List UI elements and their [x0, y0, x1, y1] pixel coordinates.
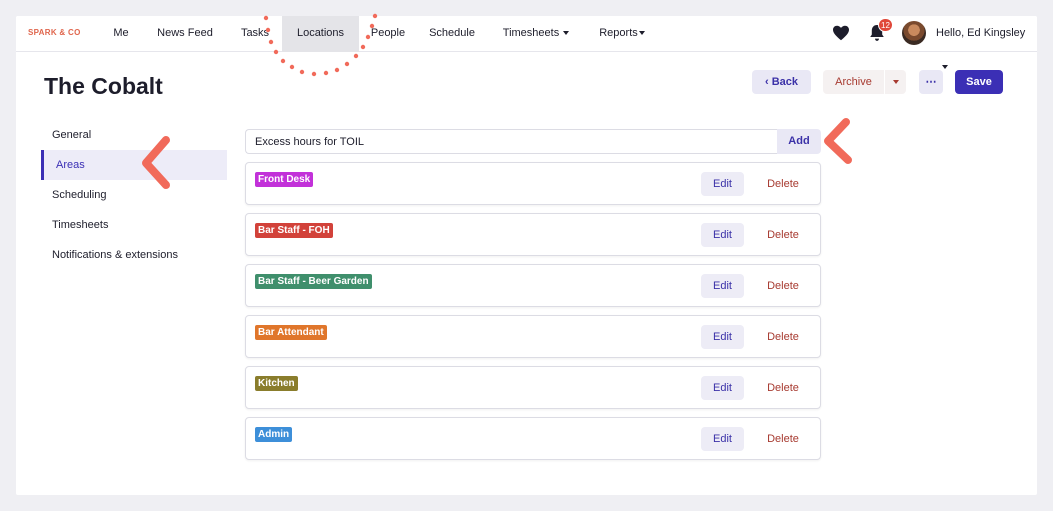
nav-item-news-feed[interactable]: News Feed — [150, 16, 220, 52]
sidebar-item-notifications-extensions[interactable]: Notifications & extensions — [41, 240, 227, 270]
area-card: Admin Edit Delete — [245, 417, 821, 460]
add-area-button[interactable]: Add — [777, 129, 821, 154]
nav-item-tasks[interactable]: Tasks — [233, 16, 277, 52]
area-tag: Kitchen — [255, 376, 298, 391]
delete-area-button[interactable]: Delete — [758, 427, 808, 451]
user-menu[interactable]: Hello, Ed Kingsley — [936, 16, 1037, 70]
edit-area-button[interactable]: Edit — [701, 427, 744, 451]
sidebar-item-timesheets[interactable]: Timesheets — [41, 210, 227, 240]
delete-area-button[interactable]: Delete — [758, 172, 808, 196]
page-title: The Cobalt — [44, 73, 163, 99]
chevron-left-icon: ‹ — [764, 76, 769, 88]
nav-item-me[interactable]: Me — [106, 16, 136, 52]
top-navigation: SPARK & CO Me News Feed Tasks Locations … — [16, 16, 1037, 70]
area-card: Front Desk Edit Delete — [245, 162, 821, 205]
delete-area-button[interactable]: Delete — [758, 376, 808, 400]
area-tag: Bar Attendant — [255, 325, 327, 340]
heart-icon[interactable] — [832, 25, 850, 41]
nav-item-timesheets[interactable]: Timesheets — [498, 16, 574, 52]
edit-area-button[interactable]: Edit — [701, 223, 744, 247]
area-card: Bar Staff - Beer Garden Edit Delete — [245, 264, 821, 307]
area-tag: Bar Staff - Beer Garden — [255, 274, 372, 289]
user-greeting: Hello, Ed Kingsley — [936, 27, 1026, 39]
archive-button[interactable]: Archive — [823, 70, 884, 94]
sidebar-item-areas[interactable]: Areas — [41, 150, 227, 180]
nav-item-people[interactable]: People — [365, 16, 411, 52]
archive-dropdown-button[interactable] — [885, 70, 906, 94]
chevron-down-icon — [942, 65, 948, 70]
chevron-down-icon — [563, 31, 570, 36]
app-window: SPARK & CO Me News Feed Tasks Locations … — [16, 16, 1037, 495]
chevron-down-icon — [892, 80, 899, 85]
area-tag: Front Desk — [255, 172, 314, 187]
delete-area-button[interactable]: Delete — [758, 325, 808, 349]
sidebar-item-general[interactable]: General — [41, 120, 227, 150]
sidebar-item-scheduling[interactable]: Scheduling — [41, 180, 227, 210]
edit-area-button[interactable]: Edit — [701, 172, 744, 196]
notification-count-badge: 12 — [878, 18, 893, 32]
new-area-input[interactable] — [245, 129, 778, 154]
nav-item-reports[interactable]: Reports — [594, 16, 650, 52]
area-card: Bar Staff - FOH Edit Delete — [245, 213, 821, 256]
area-card: Bar Attendant Edit Delete — [245, 315, 821, 358]
avatar[interactable] — [902, 21, 926, 45]
area-tag: Bar Staff - FOH — [255, 223, 333, 238]
save-button[interactable]: Save — [955, 70, 1003, 94]
area-card: Kitchen Edit Delete — [245, 366, 821, 409]
delete-area-button[interactable]: Delete — [758, 274, 808, 298]
nav-item-reports-label: Reports — [599, 27, 638, 39]
area-tag: Admin — [255, 427, 293, 442]
back-button-label: Back — [771, 76, 799, 88]
edit-area-button[interactable]: Edit — [701, 274, 744, 298]
delete-area-button[interactable]: Delete — [758, 223, 808, 247]
chevron-down-icon — [638, 31, 645, 36]
nav-item-timesheets-label: Timesheets — [502, 27, 560, 39]
back-button[interactable]: ‹ Back — [752, 70, 811, 94]
brand-logo[interactable]: SPARK & CO — [28, 28, 81, 37]
edit-area-button[interactable]: Edit — [701, 325, 744, 349]
nav-item-schedule[interactable]: Schedule — [423, 16, 481, 52]
edit-area-button[interactable]: Edit — [701, 376, 744, 400]
more-options-button[interactable]: ⋯ — [919, 70, 943, 94]
nav-item-locations[interactable]: Locations — [282, 16, 359, 52]
